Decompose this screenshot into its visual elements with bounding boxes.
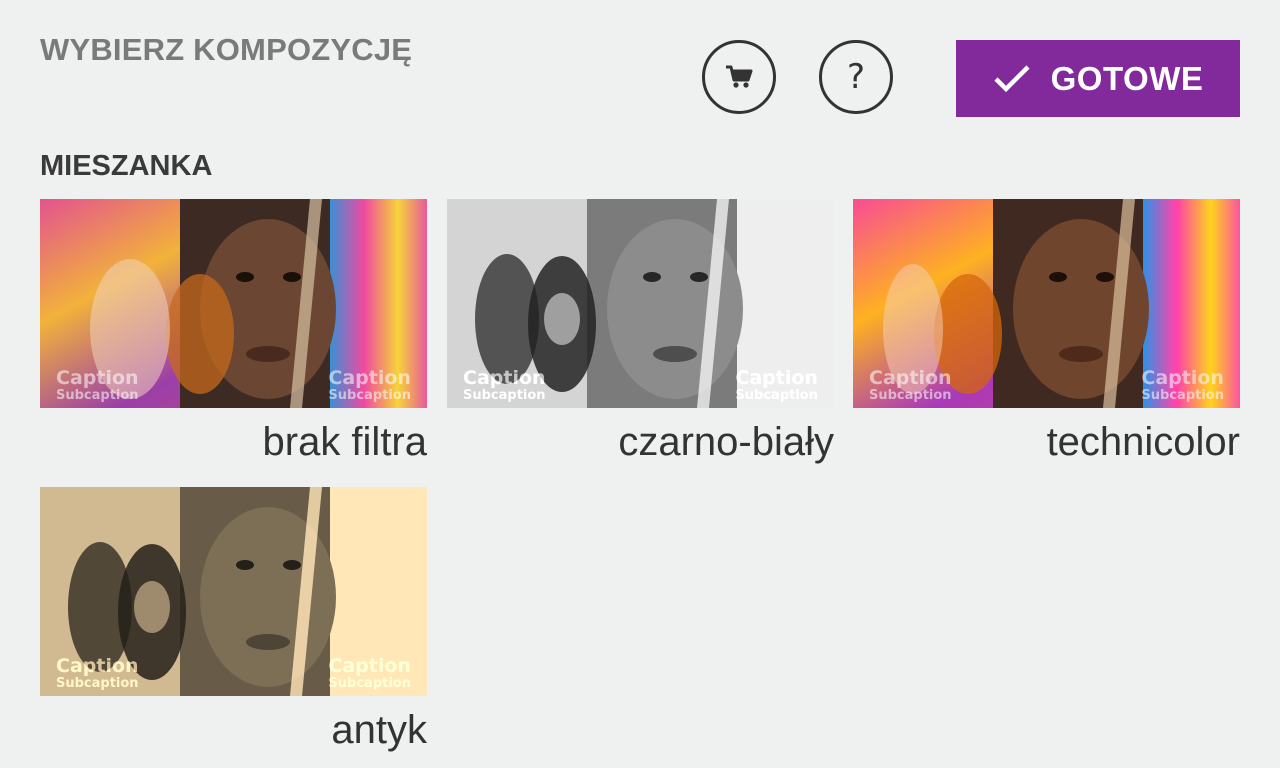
caption-overlay: Caption Subcaption xyxy=(328,655,411,691)
caption-overlay: Caption Subcaption xyxy=(328,367,411,403)
caption-overlay: Caption Subcaption xyxy=(56,655,139,691)
caption-overlay: Caption Subcaption xyxy=(56,367,139,403)
caption-overlay: Caption Subcaption xyxy=(869,367,952,403)
filter-label: czarno-biały xyxy=(618,420,834,464)
filter-tile-antique[interactable]: Caption Subcaption Caption Subcaption anty… xyxy=(40,487,427,753)
filter-tile-bw[interactable]: Caption Subcaption Caption Subcaption czar… xyxy=(447,199,834,465)
filter-label: antyk xyxy=(331,708,427,752)
help-button[interactable]: ? xyxy=(819,40,893,114)
caption-overlay: Caption Subcaption xyxy=(735,367,818,403)
filter-thumbnail: Caption Subcaption Caption Subcaption xyxy=(40,199,427,408)
filter-thumbnail: Caption Subcaption Caption Subcaption xyxy=(40,487,427,696)
cart-button[interactable] xyxy=(702,40,776,114)
filter-label: technicolor xyxy=(1046,420,1240,464)
filter-thumbnail: Caption Subcaption Caption Subcaption xyxy=(447,199,834,408)
page-title: WYBIERZ KOMPOZYCJĘ xyxy=(40,32,413,67)
cart-icon xyxy=(726,65,753,88)
section-title: MIESZANKA xyxy=(40,150,213,182)
filter-thumbnail: Caption Subcaption Caption Subcaption xyxy=(853,199,1240,408)
caption-overlay: Caption Subcaption xyxy=(1141,367,1224,403)
filter-tile-technicolor[interactable]: Caption Subcaption Caption Subcaption tech… xyxy=(853,199,1240,465)
filter-tile-none[interactable]: Caption Subcaption Caption Subcaption brak… xyxy=(40,199,427,465)
done-button-label: GOTOWE xyxy=(1050,59,1204,97)
check-icon xyxy=(994,64,1030,92)
done-button[interactable]: GOTOWE xyxy=(956,40,1240,117)
help-icon: ? xyxy=(846,57,866,97)
caption-overlay: Caption Subcaption xyxy=(463,367,546,403)
filter-label: brak filtra xyxy=(262,420,428,464)
